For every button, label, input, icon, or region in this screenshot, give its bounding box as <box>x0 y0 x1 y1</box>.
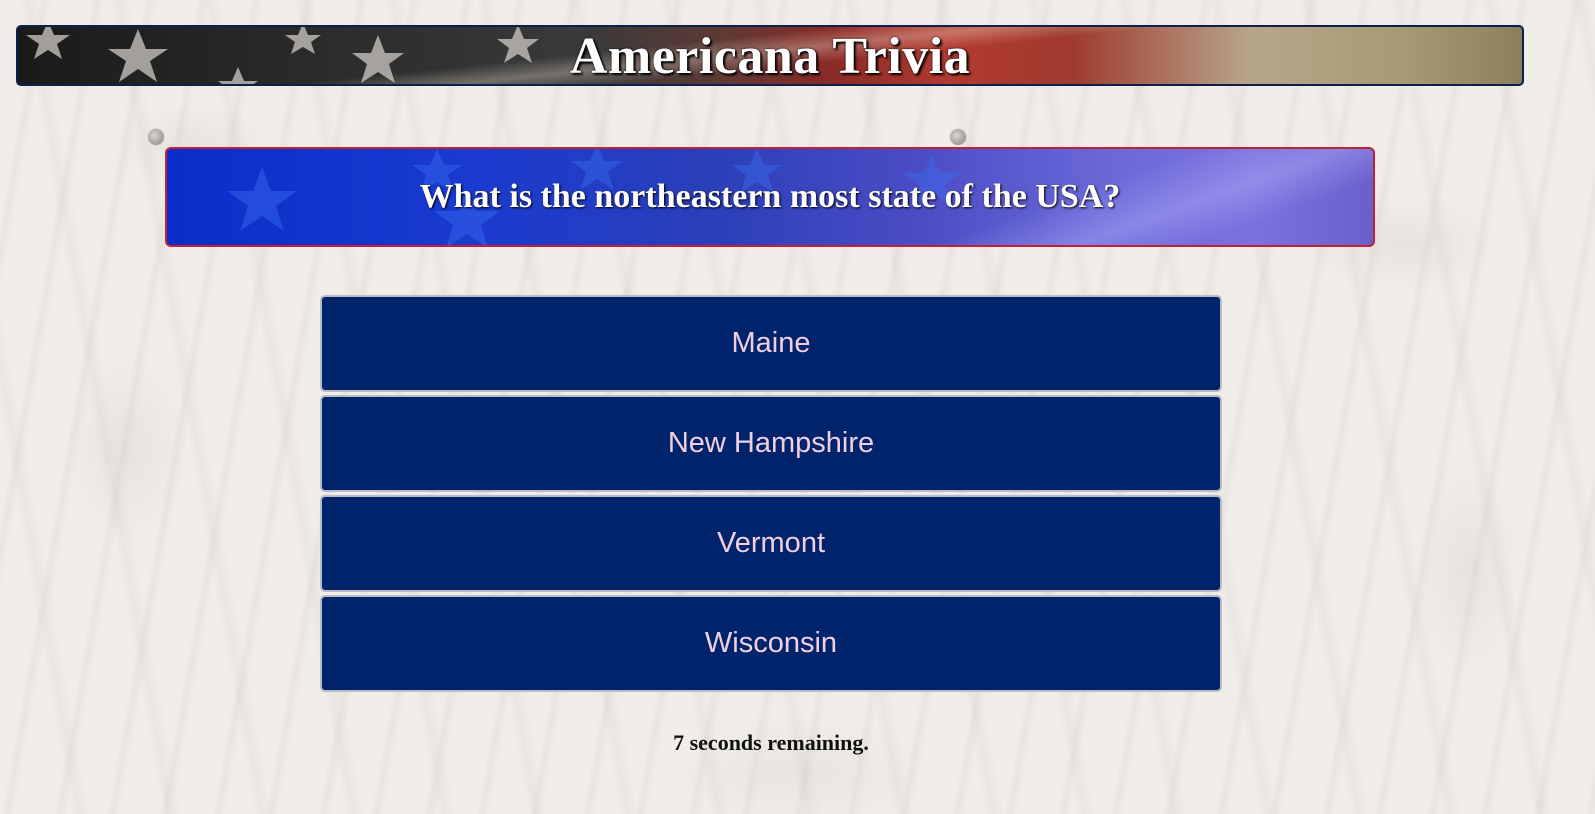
question-text: What is the northeastern most state of t… <box>419 178 1121 215</box>
answer-button-vermont[interactable]: Vermont <box>320 495 1222 592</box>
page-title: Americana Trivia <box>569 28 971 85</box>
answer-button-maine[interactable]: Maine <box>320 295 1222 392</box>
nail-icon <box>148 129 164 145</box>
question-panel: What is the northeastern most state of t… <box>165 147 1375 247</box>
answer-button-wisconsin[interactable]: Wisconsin <box>320 595 1222 692</box>
countdown-timer: 7 seconds remaining. <box>673 730 869 755</box>
header-banner: Americana Trivia <box>16 25 1524 86</box>
answer-button-new-hampshire[interactable]: New Hampshire <box>320 395 1222 492</box>
nail-icon <box>950 129 966 145</box>
answer-list: Maine New Hampshire Vermont Wisconsin <box>320 295 1222 695</box>
